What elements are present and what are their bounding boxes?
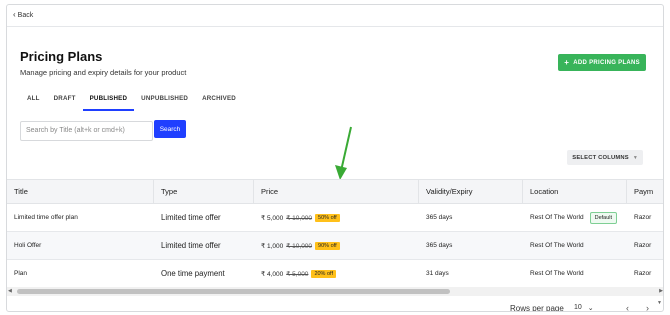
plan-location: Rest Of The World [530, 242, 584, 249]
plan-title: Limited time offer plan [14, 214, 78, 221]
plan-payment: Razor [634, 242, 652, 249]
chevron-left-icon[interactable]: ‹ [626, 303, 629, 311]
chevron-left-icon: ‹ [13, 10, 16, 19]
select-columns-button[interactable]: SELECT COLUMNS ▼ [567, 150, 643, 165]
back-bar: ‹ Back [7, 5, 663, 27]
plan-price-cell: ₹ 1,000 ₹ 10,000 90% off [254, 232, 419, 259]
select-columns-label: SELECT COLUMNS [572, 154, 629, 161]
page-title: Pricing Plans [20, 49, 103, 64]
tab-unpublished[interactable]: UNPUBLISHED [134, 91, 195, 111]
caret-down-icon: ▼ [632, 154, 638, 161]
plus-icon: + [564, 58, 570, 67]
plan-location: Rest Of The World [530, 270, 584, 277]
tab-all[interactable]: ALL [20, 91, 47, 111]
table-row[interactable]: Holi Offer Limited time offer ₹ 1,000 ₹ … [7, 232, 663, 260]
default-badge: Default [589, 211, 618, 224]
tab-published[interactable]: PUBLISHED [82, 91, 135, 111]
column-header-price: Price [254, 180, 419, 203]
table-footer: Rows per page 10 ⌄ ‹ › [7, 302, 663, 312]
plan-price-cell: ₹ 4,000 ₹ 5,000 20% off [254, 260, 419, 287]
plan-payment: Razor [634, 270, 652, 277]
column-header-type: Type [154, 180, 254, 203]
back-label: Back [17, 11, 34, 19]
plan-price: ₹ 1,000 [261, 242, 284, 250]
plan-validity: 365 days [426, 214, 453, 221]
table-header: Title Type Price Validity/Expiry Locatio… [7, 179, 663, 204]
back-link[interactable]: ‹ Back [13, 11, 33, 19]
plan-validity: 365 days [426, 242, 453, 249]
plan-title: Holi Offer [14, 242, 42, 249]
page-subtitle: Manage pricing and expiry details for yo… [20, 68, 187, 77]
green-arrow-icon [335, 126, 352, 180]
plan-original-price: ₹ 5,000 [286, 270, 309, 278]
plan-payment: Razor [634, 214, 652, 221]
add-pricing-plans-label: ADD PRICING PLANS [573, 59, 640, 66]
discount-badge: 90% off [315, 241, 340, 250]
tab-draft[interactable]: DRAFT [47, 91, 83, 111]
plan-price: ₹ 4,000 [261, 270, 284, 278]
search-button[interactable]: Search [154, 120, 186, 138]
plan-location: Rest Of The World [530, 214, 584, 221]
rows-per-page-value: 10 [574, 304, 582, 311]
column-header-location: Location [523, 180, 627, 203]
tab-archived[interactable]: ARCHIVED [195, 91, 243, 111]
scroll-left-icon[interactable]: ◀ [8, 288, 12, 294]
rows-per-page-label: Rows per page [510, 304, 564, 312]
scroll-down-icon[interactable]: ▼ [657, 300, 662, 306]
chevron-right-icon[interactable]: › [646, 303, 649, 311]
pricing-plans-table: Title Type Price Validity/Expiry Locatio… [7, 179, 663, 288]
app-frame: ‹ Back Pricing Plans Manage pricing and … [6, 4, 664, 312]
plan-price: ₹ 5,000 [261, 214, 284, 222]
column-header-title: Title [7, 180, 154, 203]
table-row[interactable]: Plan One time payment ₹ 4,000 ₹ 5,000 20… [7, 260, 663, 288]
column-header-payment: Paym [634, 187, 654, 196]
status-tabs: ALL DRAFT PUBLISHED UNPUBLISHED ARCHIVED [20, 91, 243, 111]
column-header-validity: Validity/Expiry [419, 180, 523, 203]
plan-type: Limited time offer [161, 241, 221, 250]
plan-type: One time payment [161, 269, 225, 278]
plan-location-cell: Rest Of The World Default [523, 204, 627, 231]
plan-type: Limited time offer [161, 213, 221, 222]
rows-per-page-select[interactable]: 10 ⌄ [574, 304, 594, 312]
horizontal-scrollbar[interactable]: ◀ ▶ [7, 287, 663, 296]
plan-original-price: ₹ 10,000 [286, 214, 313, 222]
scroll-right-icon[interactable]: ▶ [659, 288, 663, 294]
discount-badge: 20% off [311, 269, 336, 278]
plan-original-price: ₹ 10,000 [286, 242, 313, 250]
plan-title: Plan [14, 270, 28, 277]
discount-badge: 50% off [315, 213, 340, 222]
plan-validity: 31 days [426, 270, 449, 277]
search-input[interactable]: Search by Title (alt+k or cmd+k) [20, 121, 153, 141]
table-row[interactable]: Limited time offer plan Limited time off… [7, 204, 663, 232]
chevron-down-icon: ⌄ [587, 305, 594, 312]
add-pricing-plans-button[interactable]: + ADD PRICING PLANS [558, 54, 646, 71]
scrollbar-thumb[interactable] [17, 289, 450, 294]
plan-price-cell: ₹ 5,000 ₹ 10,000 50% off [254, 204, 419, 231]
